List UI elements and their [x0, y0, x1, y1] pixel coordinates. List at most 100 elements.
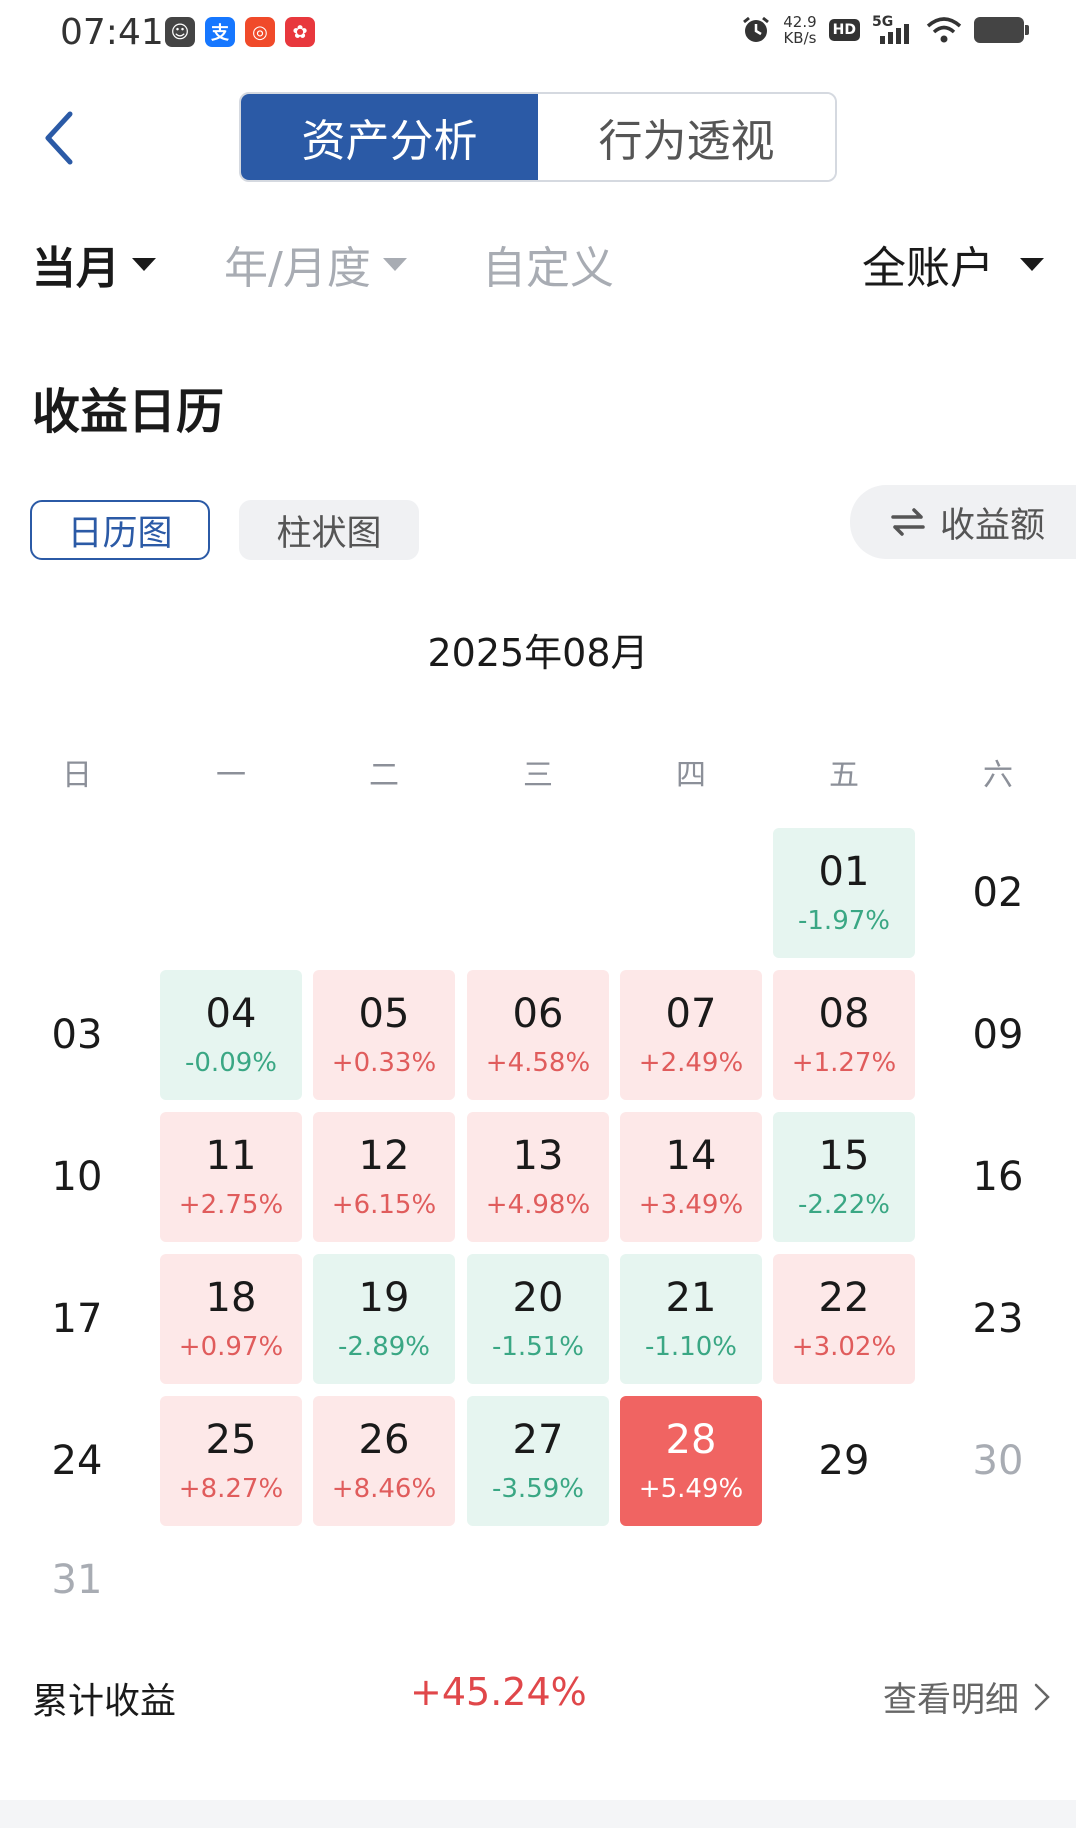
calendar-day-cell[interactable]: 19 -2.89% — [313, 1254, 455, 1384]
calendar-day-cell[interactable]: 05 +0.33% — [313, 970, 455, 1100]
calendar-day-cell[interactable]: 09 — [927, 970, 1069, 1100]
calendar-day-cell[interactable]: 11 +2.75% — [160, 1112, 302, 1242]
calendar-day-cell[interactable]: 29 — [773, 1396, 915, 1526]
calendar-day-number: 23 — [972, 1296, 1024, 1342]
app-notification-icon: ☺ — [165, 17, 195, 47]
calendar-day-number: 30 — [972, 1438, 1024, 1484]
caret-down-icon — [132, 257, 156, 271]
weekday-label: 二 — [369, 758, 399, 793]
calendar-day-number: 16 — [972, 1154, 1024, 1200]
bar-chart-view-button[interactable]: 柱状图 — [239, 500, 419, 560]
calendar-day-return: +0.33% — [331, 1048, 437, 1078]
calendar-day-cell[interactable]: 02 — [927, 828, 1069, 958]
back-button[interactable] — [40, 108, 90, 168]
calendar-day-cell[interactable]: 24 — [6, 1396, 148, 1526]
metric-switch-label: 收益额 — [940, 505, 1046, 546]
calendar-day-cell[interactable]: 10 — [6, 1112, 148, 1242]
weekday-label: 五 — [829, 758, 859, 793]
filter-current-month[interactable]: 当月 — [32, 232, 156, 296]
status-time: 07:41 — [60, 12, 164, 53]
calendar-day-cell[interactable]: 17 — [6, 1254, 148, 1384]
calendar-day-cell[interactable]: 22 +3.02% — [773, 1254, 915, 1384]
calendar-day-cell[interactable]: 30 — [927, 1396, 1069, 1526]
swap-icon — [891, 508, 925, 536]
calendar-day-number: 05 — [358, 991, 410, 1037]
calendar-day-return: +2.75% — [178, 1190, 284, 1220]
calendar-day-return: +2.49% — [638, 1048, 744, 1078]
signal-icon: 5G — [872, 14, 914, 46]
calendar-day-number: 28 — [665, 1417, 717, 1463]
wifi-icon — [926, 17, 962, 43]
filter-year-month-label: 年/月度 — [224, 243, 371, 294]
calendar-day-number: 25 — [205, 1417, 257, 1463]
account-selector[interactable]: 全账户 — [862, 232, 1044, 296]
calendar-day-number: 07 — [665, 991, 717, 1037]
calendar-day-return: +5.49% — [638, 1474, 744, 1504]
calendar-day-cell[interactable]: 07 +2.49% — [620, 970, 762, 1100]
period-filter-bar: 当月 年/月度 自定义 全账户 — [32, 232, 1044, 294]
caret-down-icon — [382, 257, 407, 271]
calendar-day-cell[interactable]: 28 +5.49% — [620, 1396, 762, 1526]
calendar-day-cell[interactable]: 08 +1.27% — [773, 970, 915, 1100]
calendar-day-cell[interactable]: 03 — [6, 970, 148, 1100]
network-speed-value: 42.9 — [783, 13, 817, 31]
status-indicators: 42.9 KB/s HD 5G — [741, 14, 1029, 46]
cumulative-label: 累计收益 — [32, 1681, 177, 1722]
cumulative-value: +45.24% — [410, 1670, 587, 1714]
calendar-day-cell[interactable]: 21 -1.10% — [620, 1254, 762, 1384]
app-notification-icon: ◎ — [245, 17, 275, 47]
calendar-day-number: 06 — [512, 991, 564, 1037]
calendar-day-number: 24 — [51, 1438, 103, 1484]
calendar-day-cell[interactable]: 26 +8.46% — [313, 1396, 455, 1526]
calendar-day-number: 18 — [205, 1275, 257, 1321]
tab-asset-analysis[interactable]: 资产分析 — [241, 94, 538, 180]
calendar-day-number: 13 — [512, 1133, 564, 1179]
calendar-day-number: 31 — [51, 1557, 103, 1603]
calendar-day-return: -3.59% — [492, 1474, 584, 1504]
calendar-day-number: 19 — [358, 1275, 410, 1321]
calendar-day-return: +8.46% — [331, 1474, 437, 1504]
calendar-day-number: 11 — [205, 1133, 257, 1179]
app-notification-icon: ✿ — [285, 17, 315, 47]
calendar-day-cell[interactable]: 04 -0.09% — [160, 970, 302, 1100]
weekday-header: 日一二三四五六 — [0, 750, 1076, 793]
calendar-day-cell[interactable]: 27 -3.59% — [467, 1396, 609, 1526]
calendar-day-return: +3.49% — [638, 1190, 744, 1220]
filter-year-month[interactable]: 年/月度 — [224, 232, 407, 296]
alipay-icon: 支 — [205, 17, 235, 47]
battery-icon — [974, 17, 1029, 43]
weekday-label: 四 — [676, 758, 706, 793]
calendar-day-cell[interactable]: 06 +4.58% — [467, 970, 609, 1100]
calendar-day-number: 09 — [972, 1012, 1024, 1058]
calendar-day-cell[interactable]: 15 -2.22% — [773, 1112, 915, 1242]
calendar-day-cell[interactable]: 12 +6.15% — [313, 1112, 455, 1242]
view-detail-link[interactable]: 查看明细 — [883, 1672, 1051, 1721]
calendar-day-cell[interactable]: 25 +8.27% — [160, 1396, 302, 1526]
calendar-day-return: -1.10% — [645, 1332, 737, 1362]
weekday-label: 日 — [62, 758, 92, 793]
calendar-day-cell[interactable]: 31 — [6, 1520, 148, 1640]
network-speed-unit: KB/s — [783, 29, 817, 47]
calendar-day-return: +8.27% — [178, 1474, 284, 1504]
chevron-right-icon — [1034, 1683, 1050, 1710]
status-bar: 07:41 ☺ 支 ◎ ✿ 42.9 KB/s HD 5G — [0, 0, 1076, 70]
calendar-day-number: 03 — [51, 1012, 103, 1058]
calendar-view-button[interactable]: 日历图 — [30, 500, 210, 560]
metric-switch-button[interactable]: 收益额 — [850, 485, 1076, 559]
calendar-day-return: +4.98% — [485, 1190, 591, 1220]
calendar-day-cell[interactable]: 14 +3.49% — [620, 1112, 762, 1242]
calendar-day-return: -2.89% — [338, 1332, 430, 1362]
tab-behavior-insight[interactable]: 行为透视 — [538, 94, 835, 180]
hd-badge: HD — [828, 19, 860, 41]
calendar-day-cell[interactable]: 13 +4.98% — [467, 1112, 609, 1242]
calendar-day-cell[interactable]: 20 -1.51% — [467, 1254, 609, 1384]
caret-down-icon — [1020, 257, 1044, 271]
calendar-day-cell[interactable]: 01 -1.97% — [773, 828, 915, 958]
filter-custom[interactable]: 自定义 — [482, 232, 614, 296]
calendar-day-cell[interactable]: 18 +0.97% — [160, 1254, 302, 1384]
network-speed: 42.9 KB/s — [783, 14, 816, 46]
calendar-day-number: 26 — [358, 1417, 410, 1463]
filter-custom-label: 自定义 — [482, 243, 614, 294]
calendar-day-cell[interactable]: 16 — [927, 1112, 1069, 1242]
calendar-day-cell[interactable]: 23 — [927, 1254, 1069, 1384]
